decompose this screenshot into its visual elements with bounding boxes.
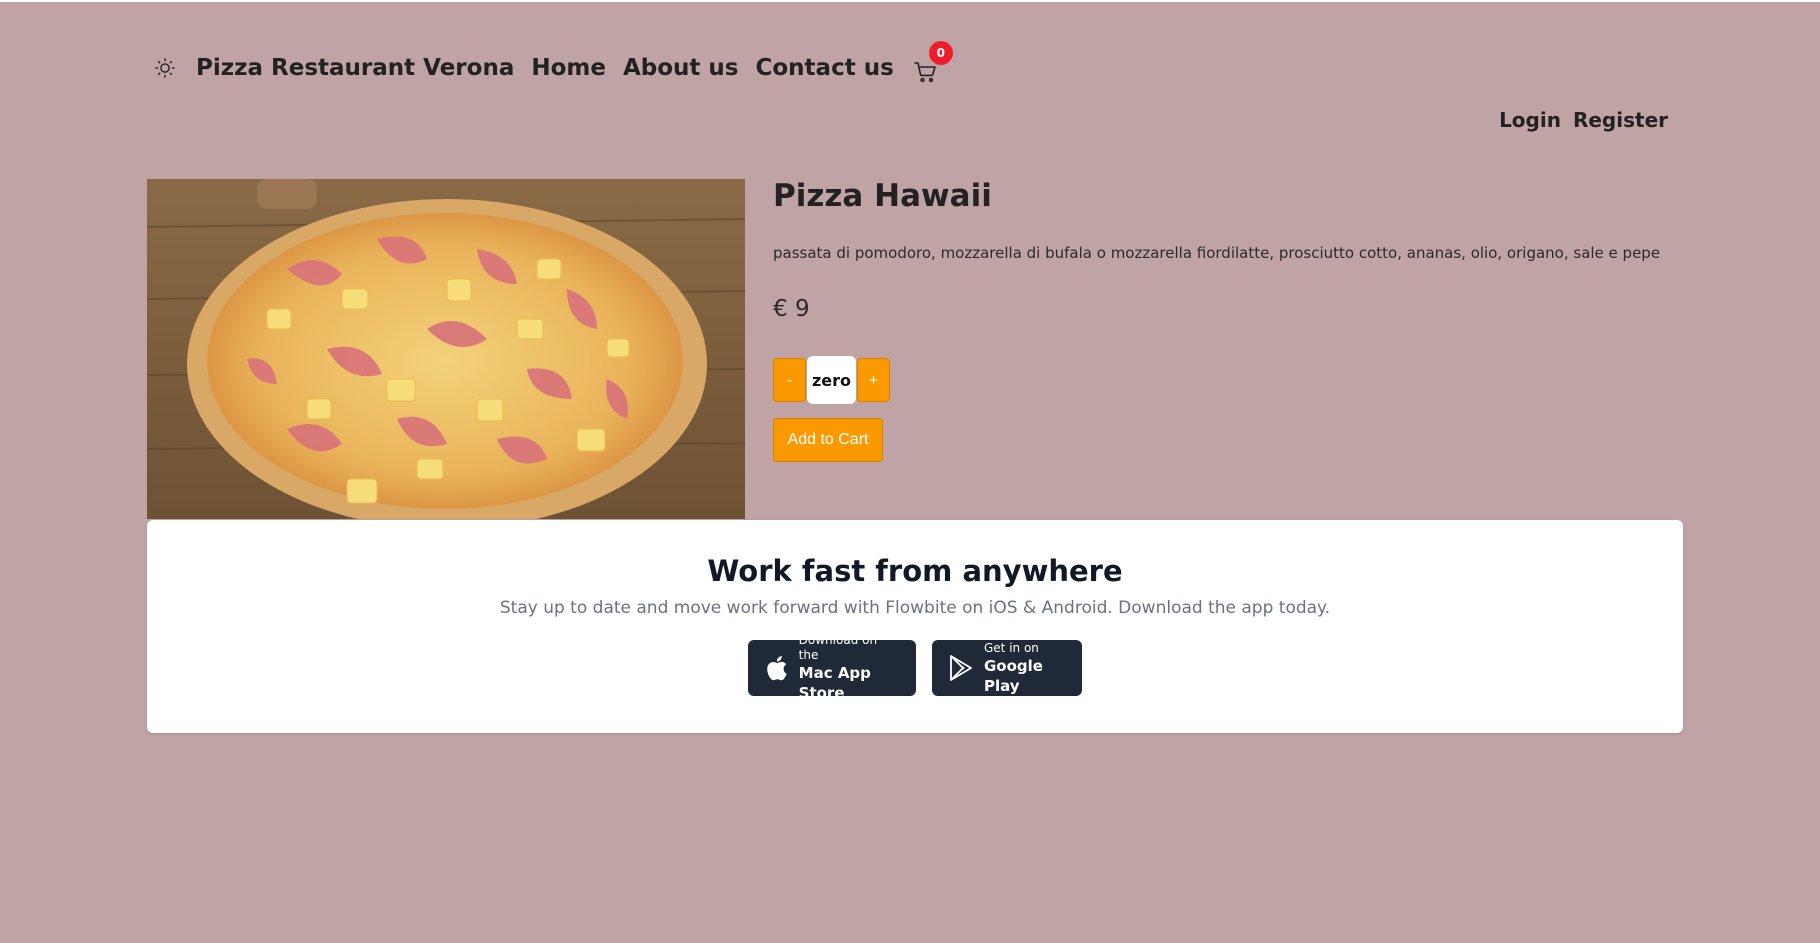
google-small-text: Get in on [984, 640, 1039, 655]
cart-button[interactable]: 0 [913, 41, 953, 86]
product-description: passata di pomodoro, mozzarella di bufal… [773, 244, 1661, 262]
google-play-icon [948, 653, 974, 683]
apple-big-text: Mac App Store [798, 664, 871, 702]
login-link[interactable]: Login [1499, 108, 1561, 132]
mac-app-store-button[interactable]: Download on the Mac App Store [748, 633, 916, 702]
brand-link[interactable]: Pizza Restaurant Verona [196, 55, 514, 81]
decrease-quantity-button[interactable]: - [773, 358, 806, 402]
increase-quantity-button[interactable]: + [857, 358, 890, 402]
app-download-banner: Work fast from anywhere Stay up to date … [147, 520, 1683, 733]
product-title: Pizza Hawaii [773, 178, 992, 214]
nav-home[interactable]: Home [531, 55, 606, 81]
add-to-cart-button[interactable]: Add to Cart [773, 418, 883, 462]
product-details: Pizza Hawaii passata di pomodoro, mozzar… [773, 178, 1660, 462]
store-buttons: Download on the Mac App Store Get in on … [147, 633, 1683, 702]
main-nav: Pizza Restaurant Verona Home About us Co… [152, 41, 953, 88]
register-link[interactable]: Register [1573, 108, 1668, 132]
top-border [0, 0, 1820, 2]
pizza-photo [147, 179, 745, 519]
google-big-text: Google Play [984, 656, 1043, 695]
cart-icon [913, 62, 936, 83]
nav-about-us[interactable]: About us [623, 55, 739, 81]
auth-links: Login Register [1499, 108, 1668, 132]
product-price: € 9 [773, 296, 810, 322]
nav-contact-us[interactable]: Contact us [756, 55, 894, 81]
cart-count-badge: 0 [928, 41, 953, 65]
banner-title: Work fast from anywhere [707, 554, 1123, 588]
apple-small-text: Download on the [798, 633, 878, 662]
quantity-value: zero [807, 356, 856, 404]
apple-icon [764, 653, 789, 683]
banner-subtitle: Stay up to date and move work forward wi… [499, 598, 1331, 618]
sun-icon[interactable] [152, 55, 178, 81]
google-play-button[interactable]: Get in on Google Play [932, 640, 1082, 696]
quantity-stepper: - zero + [773, 356, 1660, 404]
